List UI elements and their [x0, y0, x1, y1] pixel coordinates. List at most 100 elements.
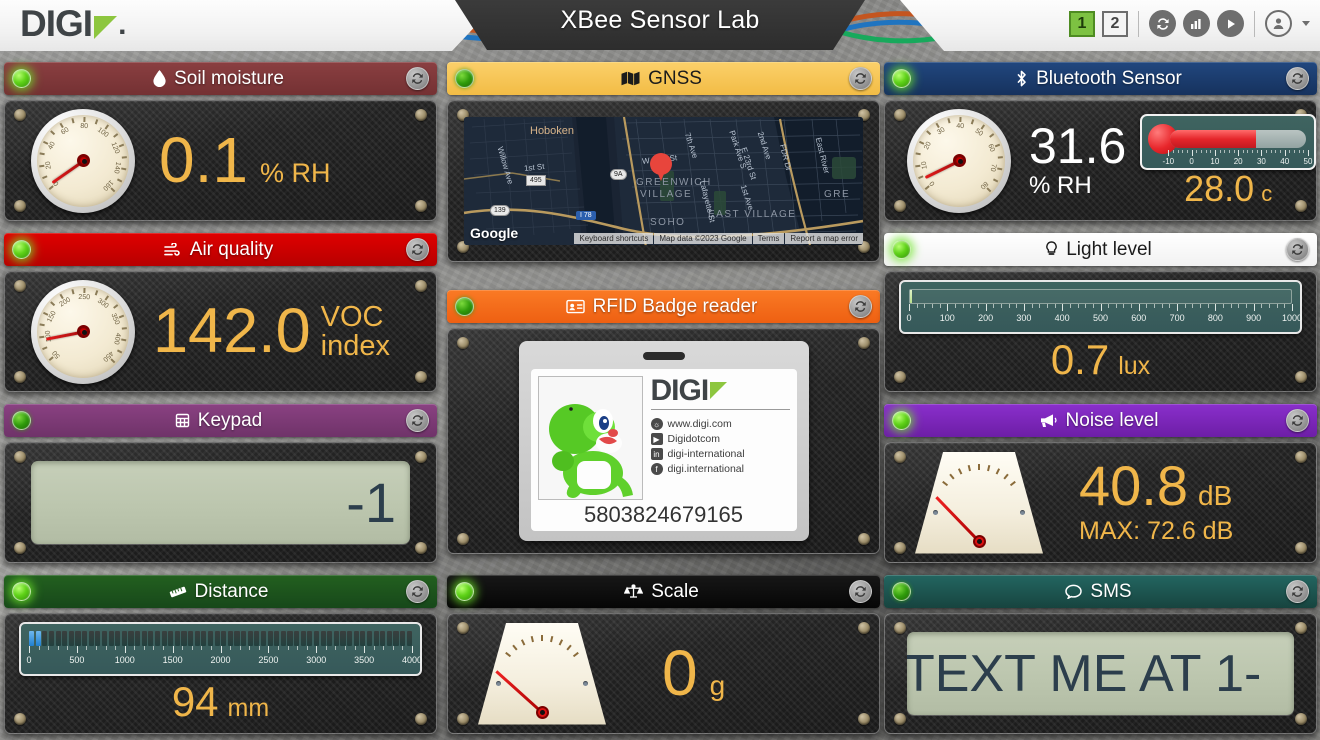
panel-refresh-button[interactable]	[1286, 580, 1309, 603]
bar-segment	[406, 631, 412, 646]
bar-segment	[68, 631, 74, 646]
panel-title-air-quality: Air quality	[31, 239, 406, 261]
badge-id-number: 5803824679165	[583, 502, 744, 527]
page-button-2[interactable]: 2	[1102, 10, 1128, 37]
scale-minor-tick	[182, 646, 184, 650]
panel-refresh-button[interactable]	[1286, 238, 1309, 261]
user-icon[interactable]	[1265, 10, 1292, 37]
chevron-down-icon[interactable]	[1302, 21, 1310, 26]
toolbar-divider-2	[1254, 10, 1255, 37]
toolbar-divider-1	[1138, 10, 1139, 37]
thermometer-scale-ticks: -10 0 10 20 30 40 50	[1163, 150, 1312, 168]
thermo-minor-tick	[1200, 150, 1202, 153]
panel-refresh-button[interactable]	[849, 580, 872, 603]
badge-link-facebook: f digi.international	[650, 463, 790, 475]
scale-minor-tick	[954, 304, 956, 308]
panel-refresh-button[interactable]	[406, 580, 429, 603]
bar-segment	[207, 631, 214, 646]
scale-tick-label: 800	[1207, 313, 1223, 323]
scale-tick	[1138, 304, 1140, 311]
gnss-map[interactable]: Hoboken GREENWICH VILLAGE SOHO EAST VILL…	[464, 117, 863, 245]
scale-tick	[316, 646, 318, 653]
map-label-hoboken: Hoboken	[530, 125, 575, 137]
map-keyboard-shortcuts[interactable]: Keyboard shortcuts	[574, 233, 654, 244]
page-button-1[interactable]: 1	[1069, 10, 1095, 37]
scale-tick-label: 200	[978, 313, 994, 323]
scale-minor-tick	[924, 304, 926, 308]
panel-refresh-button[interactable]	[1286, 67, 1309, 90]
globe-icon: ☼	[650, 418, 663, 430]
scale-minor-tick	[57, 646, 59, 650]
panel-refresh-button[interactable]	[406, 238, 429, 261]
header-toolbar: 1 2	[1069, 10, 1310, 37]
scale-minor-tick	[1069, 304, 1071, 308]
bar-segment	[234, 631, 240, 646]
panel-header-gnss: GNSS	[447, 62, 880, 95]
badge-photo	[537, 376, 643, 500]
scale-minor-tick	[335, 646, 337, 650]
bar-segment	[353, 631, 359, 646]
panel-refresh-button[interactable]	[1286, 409, 1309, 432]
scale-minor-tick	[1269, 304, 1271, 308]
panel-title-noise-level: Noise level	[911, 410, 1286, 432]
scale-tick	[1100, 304, 1102, 311]
panel-refresh-button[interactable]	[849, 67, 872, 90]
scale-tick	[220, 646, 222, 653]
megaphone-icon	[1039, 413, 1058, 428]
keypad-lcd-display: -1	[31, 461, 410, 544]
bar-segment	[400, 631, 406, 646]
panel-title-label: Distance	[194, 580, 269, 602]
dashboard-grid: Soil moisture 0 20 40 60 80 100 120 140 …	[0, 57, 1320, 740]
bar-segment	[42, 631, 48, 646]
map-report-error-link[interactable]: Report a map error	[785, 233, 863, 244]
map-terms-link[interactable]: Terms	[752, 233, 785, 244]
map-label-soho: SOHO	[650, 217, 686, 228]
scale-tick-label: 4000	[401, 655, 423, 665]
air-quality-value: 142.0	[153, 295, 311, 366]
air-quality-unit-line2: index	[320, 329, 390, 362]
scale-minor-tick	[1230, 304, 1232, 308]
play-icon[interactable]	[1217, 10, 1244, 37]
scale-minor-tick	[977, 304, 979, 308]
thermo-tick-label: 10	[1210, 157, 1220, 166]
bar-segment	[75, 631, 81, 646]
thermo-minor-tick	[1294, 150, 1296, 153]
chart-icon[interactable]	[1183, 10, 1210, 37]
light-level-scale-ticks: 0 100 200 300 400 500 600 700 800 900 1000	[906, 304, 1302, 324]
chat-bubble-icon	[1065, 584, 1083, 599]
panel-title-label: Bluetooth Sensor	[1036, 67, 1182, 89]
thermo-tick-label: 30	[1256, 157, 1266, 166]
scale-tick-label: 500	[1092, 313, 1109, 323]
bar-segment	[386, 631, 392, 646]
badge-link-label: Digidotcom	[667, 433, 721, 445]
scale-minor-tick	[277, 646, 279, 650]
bar-segment	[148, 631, 154, 646]
scale-vu-gauge	[478, 622, 606, 725]
panel-refresh-button[interactable]	[406, 409, 429, 432]
scale-minor-tick	[143, 646, 145, 650]
scale-tick	[1253, 304, 1255, 311]
scale-tick-label: 900	[1246, 313, 1262, 323]
bar-segment	[35, 631, 41, 646]
scale-tick	[124, 646, 126, 653]
panel-refresh-button[interactable]	[849, 295, 872, 318]
thermo-minor-tick	[1252, 150, 1254, 153]
distance-scale-ticks: 0 500 1000 1500 2000 2500 3000 3500 4000	[26, 646, 422, 666]
bar-segment	[168, 631, 174, 646]
badge-link-website: ☼ www.digi.com	[650, 418, 790, 430]
scale-tick-label: 3500	[354, 655, 375, 665]
scale-tick	[1177, 304, 1179, 311]
bar-segment	[333, 631, 339, 646]
scale-minor-tick	[249, 646, 251, 650]
panel-refresh-button[interactable]	[406, 67, 429, 90]
thermo-minor-tick	[1303, 150, 1305, 153]
scale-minor-tick	[354, 646, 356, 650]
scale-tick-label: 0	[906, 313, 912, 323]
panel-header-soil-moisture: Soil moisture	[4, 62, 437, 95]
thermo-tick	[1191, 150, 1193, 156]
bar-segment	[101, 631, 108, 646]
scale-minor-tick	[970, 304, 972, 308]
thermo-minor-tick	[1228, 150, 1230, 153]
panel-body-gnss: Hoboken GREENWICH VILLAGE SOHO EAST VILL…	[447, 100, 880, 262]
refresh-icon[interactable]	[1149, 10, 1176, 37]
